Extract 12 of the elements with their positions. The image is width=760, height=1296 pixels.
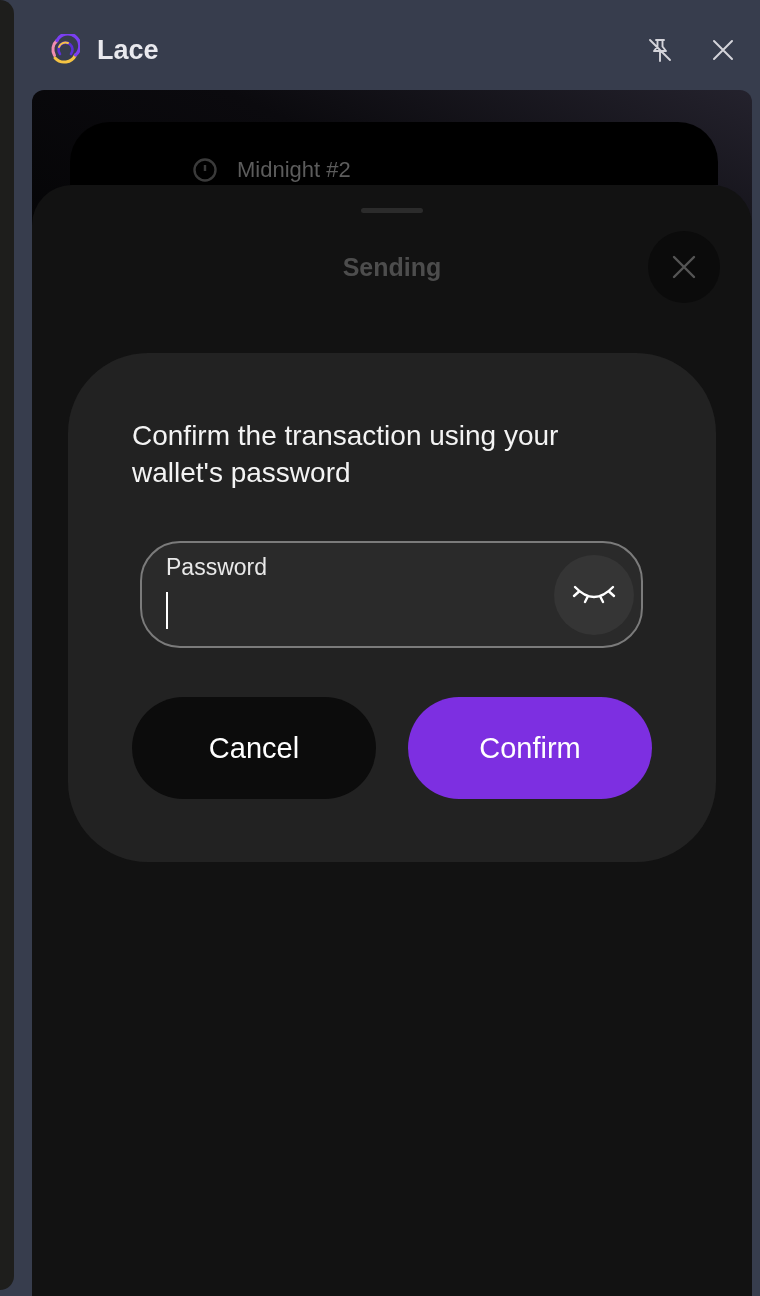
sheet-title: Sending xyxy=(342,253,442,281)
drag-handle[interactable] xyxy=(361,208,423,213)
password-field[interactable]: Password xyxy=(140,541,643,648)
confirm-button[interactable]: Confirm xyxy=(408,697,652,799)
dialog-message: Confirm the transaction using your wallet's password xyxy=(132,419,560,490)
cancel-button[interactable]: Cancel xyxy=(132,697,376,799)
window-title: Lace xyxy=(97,35,159,65)
pin-slash-icon[interactable] xyxy=(647,37,673,63)
close-icon xyxy=(672,255,696,279)
close-icon[interactable] xyxy=(712,39,734,61)
circle-icon xyxy=(193,158,217,182)
wallet-name: Midnight #2 xyxy=(237,158,351,182)
